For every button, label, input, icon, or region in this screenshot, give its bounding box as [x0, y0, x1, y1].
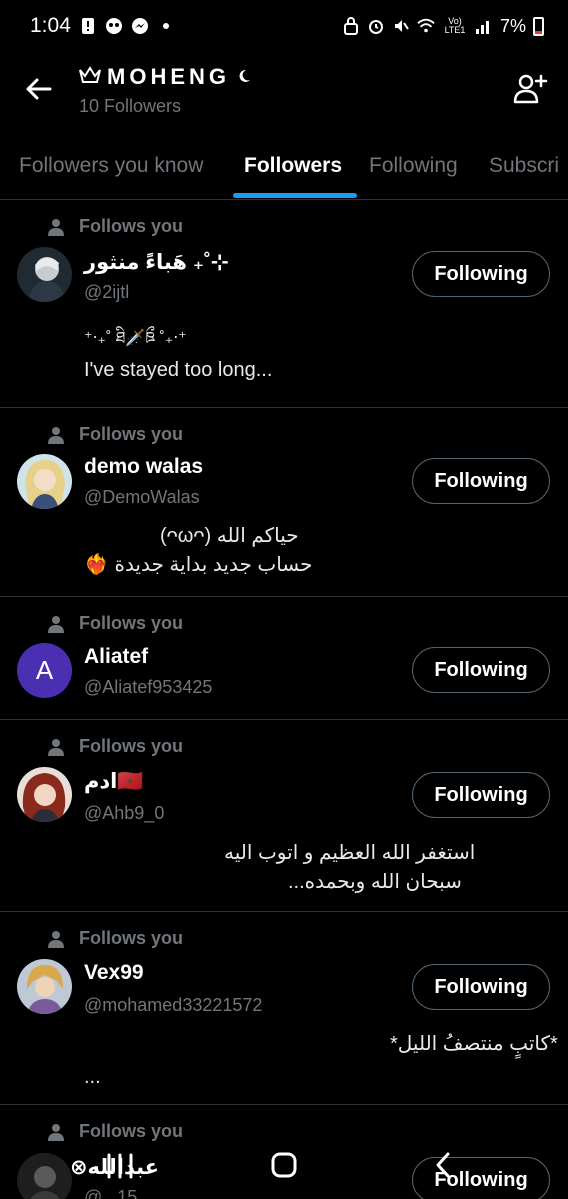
- user-handle: @2ijtl: [84, 282, 130, 302]
- avatar[interactable]: [17, 247, 72, 302]
- person-icon: [48, 738, 64, 756]
- lock-icon: [342, 17, 360, 35]
- person-icon: [48, 426, 64, 444]
- tab-followers[interactable]: Followers: [244, 154, 342, 178]
- user-name: Aliatef: [84, 645, 149, 668]
- tab-followers-you-know[interactable]: Followers you know: [19, 154, 203, 178]
- home-button[interactable]: [270, 1151, 298, 1179]
- list-item[interactable]: Follows you demo walas @DemoWalas Follow…: [0, 408, 568, 597]
- add-user-button[interactable]: [512, 70, 548, 106]
- list-item[interactable]: Follows you هَباءً منثور ₊˚⊹ @2ijtl Foll…: [0, 200, 568, 408]
- user-name: demo walas: [84, 455, 204, 478]
- notification-icon: [79, 17, 97, 35]
- signal-icon: [475, 17, 493, 35]
- user-handle: @DemoWalas: [84, 487, 200, 507]
- tab-subscriptions[interactable]: Subscri: [489, 154, 559, 178]
- crown-logo-icon: [79, 64, 101, 90]
- avatar[interactable]: [17, 767, 72, 822]
- tab-bar: Followers you know Followers Following S…: [0, 140, 568, 200]
- avatar[interactable]: [17, 454, 72, 509]
- system-back-button[interactable]: [430, 1151, 458, 1179]
- following-button[interactable]: Following: [412, 964, 550, 1010]
- avatar[interactable]: A: [17, 643, 72, 698]
- game-icon: [105, 17, 123, 35]
- list-item[interactable]: Follows you A Aliatef @Aliatef953425 Fol…: [0, 597, 568, 720]
- home-icon: [271, 1152, 297, 1178]
- user-bio-line: *كاتبٍ منتصفُ الليل*: [390, 1033, 558, 1055]
- user-handle: @Aliatef953425: [84, 677, 213, 697]
- user-bio-line: ...: [84, 1066, 101, 1088]
- followers-count: 10 Followers: [79, 96, 182, 116]
- page-title: MOHENG: [107, 64, 230, 89]
- alarm-icon: [367, 17, 385, 35]
- user-bio-line: حياكم الله (ᴖωᴖ): [160, 525, 299, 547]
- recent-apps-button[interactable]: [103, 1153, 137, 1179]
- status-bar: 1:04 Vo) LTE1 7%: [0, 0, 568, 52]
- list-item[interactable]: Follows you ادم🇲🇦 @Ahb9_0 Following استغ…: [0, 720, 568, 912]
- following-button[interactable]: Following: [412, 458, 550, 504]
- user-bio-line: I've stayed too long...: [84, 359, 273, 381]
- user-name: Vex99: [84, 961, 144, 984]
- follows-you-label: Follows you: [79, 613, 184, 633]
- recent-apps-icon: [107, 1153, 133, 1179]
- following-button[interactable]: Following: [412, 772, 550, 818]
- user-handle: @Ahb9_0: [84, 803, 165, 823]
- status-time: 1:04: [30, 14, 71, 37]
- follows-you-label: Follows you: [79, 424, 184, 444]
- network-label: Vo) LTE1: [444, 16, 466, 35]
- following-button[interactable]: Following: [412, 251, 550, 297]
- person-icon: [48, 615, 64, 633]
- follows-you-label: Follows you: [79, 216, 184, 236]
- user-name: هَباءً منثور ₊˚⊹: [84, 251, 229, 274]
- follows-you-label: Follows you: [79, 736, 184, 756]
- back-arrow-icon: [26, 78, 52, 100]
- active-tab-indicator: [233, 193, 357, 198]
- battery-icon: [533, 16, 544, 36]
- follows-you-label: Follows you: [79, 928, 184, 948]
- person-icon: [48, 930, 64, 948]
- wifi-icon: [417, 17, 435, 35]
- avatar[interactable]: [17, 959, 72, 1014]
- user-bio-line: استغفر الله العظيم و اتوب اليه: [224, 842, 476, 864]
- user-handle: @mohamed33221572: [84, 995, 263, 1015]
- tab-following[interactable]: Following: [369, 154, 458, 178]
- user-bio-line: ⁺‧₊˚ ཐི🗡️ཋྀ ˚₊‧⁺: [84, 330, 187, 347]
- following-button[interactable]: Following: [412, 647, 550, 693]
- chevron-left-icon: [436, 1152, 450, 1178]
- add-user-icon: [513, 74, 548, 104]
- moon-star-icon: [236, 64, 252, 90]
- mute-icon: [392, 17, 410, 35]
- back-button[interactable]: [22, 72, 56, 106]
- battery-percent: 7%: [499, 15, 526, 36]
- user-bio-line: حساب جديد بداية جديدة ❤️‍🔥: [84, 554, 313, 576]
- dot-icon: [157, 17, 175, 35]
- user-bio-line: سبحان الله وبحمده...: [288, 871, 462, 893]
- profile-header: MOHENG 10 Followers: [0, 52, 568, 132]
- system-nav-bar: [0, 1135, 568, 1199]
- user-name: ادم🇲🇦: [84, 770, 144, 793]
- list-item[interactable]: Follows you Vex99 @mohamed33221572 Follo…: [0, 912, 568, 1105]
- messenger-icon: [131, 17, 149, 35]
- person-icon: [48, 218, 64, 236]
